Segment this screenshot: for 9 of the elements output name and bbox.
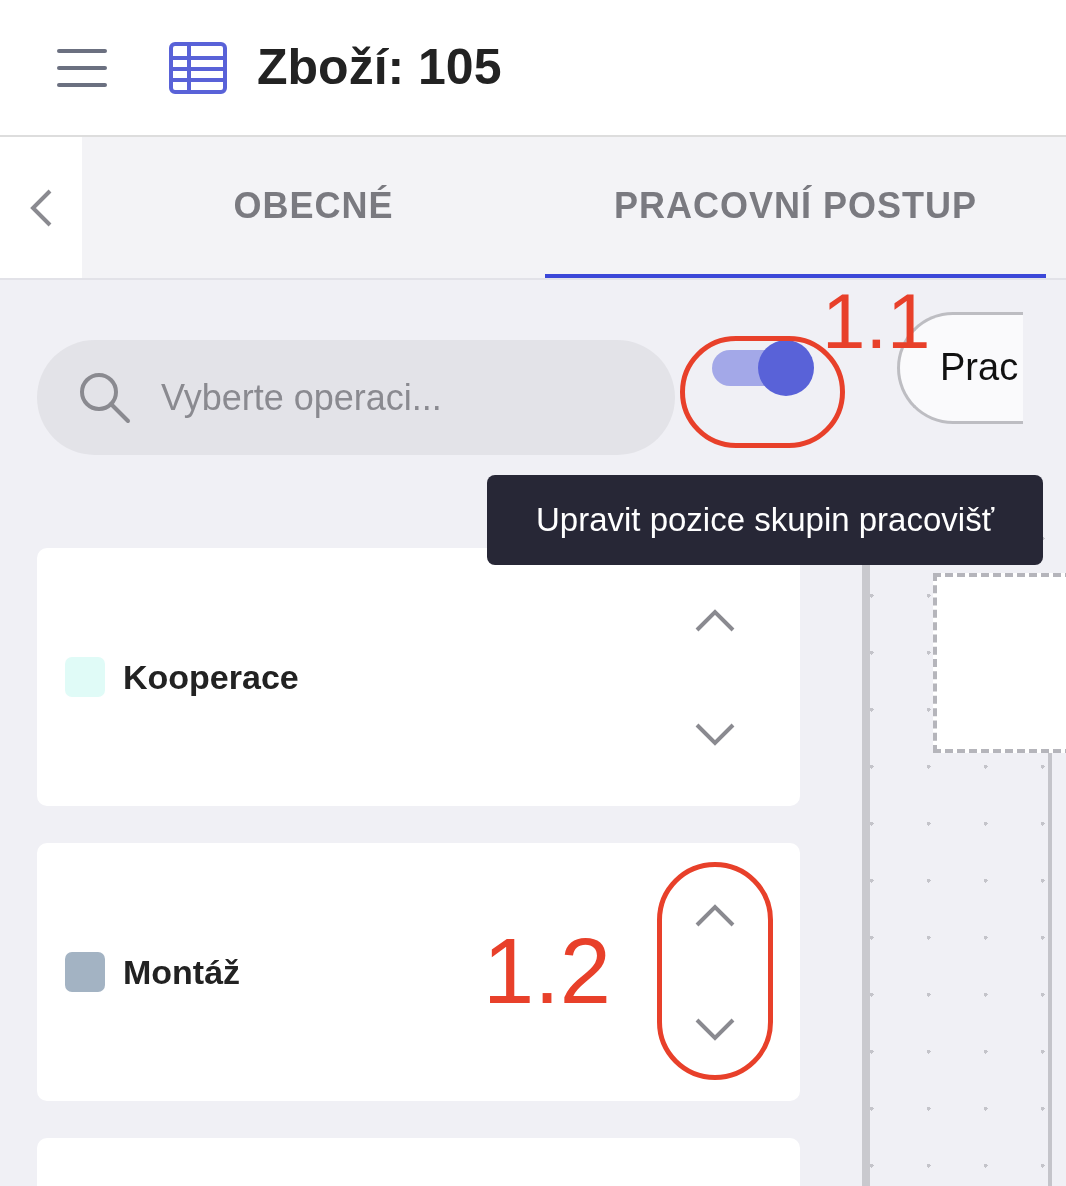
annotation-label: 1.2 <box>483 925 611 1017</box>
group-name: Kooperace <box>123 656 299 698</box>
search-field[interactable]: Vyberte operaci... <box>37 340 675 455</box>
tooltip: Upravit pozice skupin pracovišť <box>487 475 1043 565</box>
group-name: Montáž <box>123 951 241 993</box>
tab[interactable]: OBECNÉ <box>82 137 545 278</box>
menu-icon[interactable] <box>57 46 107 89</box>
table-icon <box>169 41 227 94</box>
page-title: Zboží: 105 <box>257 38 502 97</box>
